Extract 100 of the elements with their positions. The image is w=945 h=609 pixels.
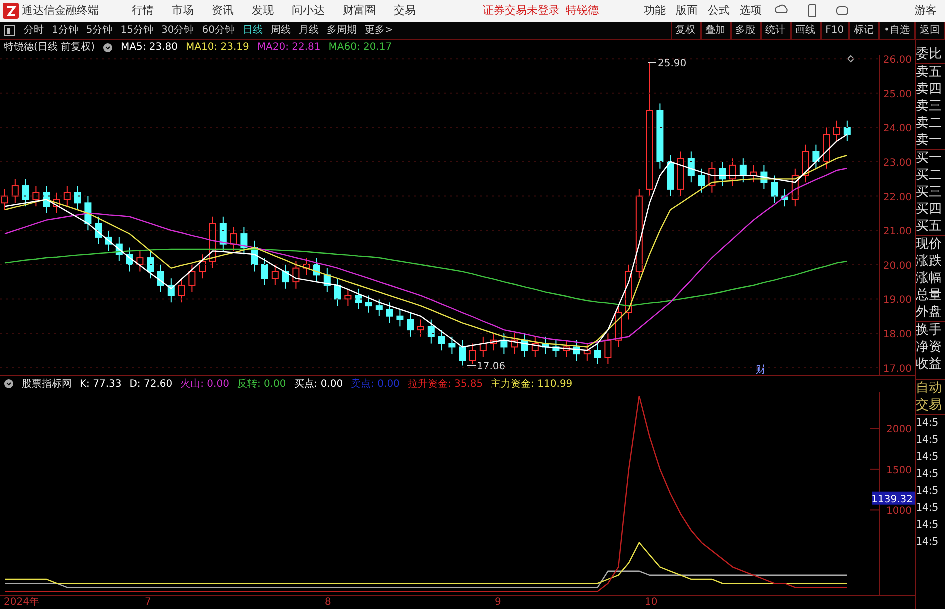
quote-label[interactable]: 净资	[916, 339, 945, 356]
menu-item[interactable]: 公式	[703, 2, 735, 20]
quote-label[interactable]: 现价	[916, 235, 945, 253]
trade-time: 14:5	[916, 501, 940, 516]
price-tick: 18.00	[883, 330, 912, 340]
auto-trade-label[interactable]: 自动	[916, 380, 945, 397]
period-tab[interactable]: 1分钟	[48, 23, 82, 38]
trade-time: 14:5	[916, 433, 940, 448]
quote-label[interactable]: 买四	[916, 201, 945, 218]
price-tick: 26.00	[883, 55, 912, 66]
toolbar-button[interactable]: 统计	[760, 22, 791, 40]
indicator-value: 主力资金: 110.99	[491, 378, 573, 392]
toolbar-button[interactable]: 画线	[790, 22, 821, 40]
period-tab[interactable]: 多周期	[322, 23, 361, 38]
quote-label[interactable]: 涨跌	[916, 253, 945, 270]
candlestick	[230, 226, 238, 252]
candlestick	[178, 278, 186, 304]
candlestick	[740, 158, 747, 184]
price-tick: 22.00	[883, 192, 912, 204]
candlestick	[428, 319, 435, 344]
quote-label[interactable]: 卖二	[916, 115, 945, 132]
candlestick	[812, 144, 820, 170]
menu-item[interactable]: 资讯	[203, 2, 243, 20]
quote-label[interactable]: 卖三	[916, 98, 945, 115]
menu-item[interactable]: 选项	[735, 2, 767, 20]
chevron-icon[interactable]	[4, 379, 14, 389]
candlestick	[32, 186, 40, 208]
quote-label[interactable]: 外盘	[916, 304, 945, 321]
indicator-value: D: 72.60	[130, 378, 173, 392]
period-tab[interactable]: 15分钟	[116, 23, 158, 38]
menu-item[interactable]: 市场	[163, 2, 203, 20]
toolbar-button[interactable]: 返回	[915, 22, 945, 40]
ma-value: MA5: 23.80	[120, 41, 178, 55]
quote-label[interactable]: 买一	[916, 149, 945, 167]
candlestick	[448, 336, 456, 355]
candlestick	[12, 178, 19, 204]
candlestick	[386, 302, 394, 324]
quote-label[interactable]: 收益	[916, 356, 945, 373]
candlestick	[262, 258, 268, 286]
stock-name: 特锐德	[566, 2, 599, 19]
candlestick	[64, 186, 71, 208]
price-tick: 20.00	[883, 260, 912, 272]
candlestick	[292, 260, 300, 290]
indicator-value: 反转: 0.00	[237, 378, 286, 392]
period-tab[interactable]: 日线	[238, 23, 267, 38]
toolbar-button[interactable]: F10	[820, 22, 850, 40]
candlestick	[396, 308, 404, 328]
price-tick: 23.00	[883, 158, 912, 169]
candlestick	[2, 188, 8, 211]
indicator-tick: 2000	[886, 424, 912, 436]
quote-label[interactable]: 总量	[916, 287, 945, 304]
auto-trade-label[interactable]: 交易	[916, 397, 945, 414]
menu-item[interactable]: 行情	[123, 2, 163, 20]
quote-label[interactable]: 买二	[916, 167, 945, 184]
quote-label[interactable]: 卖一	[916, 132, 945, 149]
indicator-tick: 1500	[886, 465, 912, 476]
candlestick	[604, 333, 612, 365]
price-tick: 24.00	[883, 124, 912, 135]
current-value-label: 1139.32	[872, 492, 915, 506]
period-tab[interactable]: 5分钟	[82, 23, 117, 38]
period-tab[interactable]: 30分钟	[157, 23, 198, 38]
date-label: 7	[145, 596, 152, 609]
period-tab[interactable]: 周线	[266, 23, 295, 38]
toolbar-button[interactable]: 标记	[849, 22, 880, 40]
toolbar-button[interactable]: 多股	[730, 22, 761, 40]
candlestick	[199, 254, 206, 280]
menu-item[interactable]: 交易	[385, 2, 425, 20]
message-icon[interactable]	[835, 4, 849, 18]
menu-item[interactable]: 发现	[243, 2, 283, 20]
quote-label[interactable]: 卖五	[916, 63, 945, 81]
menu-item[interactable]: 版面	[671, 2, 703, 20]
quote-label[interactable]: 委比	[916, 46, 945, 63]
indicator-value: 拉升资金: 35.85	[408, 378, 484, 392]
chevron-icon[interactable]	[102, 42, 113, 52]
quote-label[interactable]: 换手	[916, 321, 945, 339]
toolbar-button[interactable]: 叠加	[700, 22, 731, 40]
app-title: 通达信金融终端	[22, 2, 99, 19]
indicator-tick: 1000	[886, 506, 912, 518]
menu-item[interactable]: 财富圈	[334, 2, 385, 20]
period-tab[interactable]: 更多>	[360, 23, 398, 38]
quote-label[interactable]: 涨幅	[916, 270, 945, 287]
menu-item[interactable]: 功能	[639, 2, 671, 20]
login-status[interactable]: 证券交易未登录	[483, 2, 560, 20]
quote-label[interactable]: 卖四	[916, 81, 945, 98]
candlestick	[220, 216, 227, 252]
user-name[interactable]: 游客	[915, 2, 937, 20]
quote-label[interactable]: 买三	[916, 184, 945, 201]
toolbar-button[interactable]: 复权	[670, 22, 701, 40]
period-tab[interactable]: 分时	[20, 23, 48, 38]
toolbar-button[interactable]: •自选	[879, 22, 915, 40]
candlestick	[22, 178, 30, 208]
menu-item[interactable]: 问小达	[283, 2, 334, 20]
candlestick	[418, 319, 424, 338]
layout-icon[interactable]	[4, 24, 16, 36]
period-tab[interactable]: 月线	[294, 23, 323, 38]
period-tab[interactable]: 60分钟	[198, 23, 239, 38]
indicator-name: 股票指标网	[22, 378, 72, 392]
quote-label[interactable]: 买五	[916, 218, 945, 235]
indicator-value: K: 77.33	[80, 378, 122, 392]
event-marker: 财	[756, 365, 766, 375]
